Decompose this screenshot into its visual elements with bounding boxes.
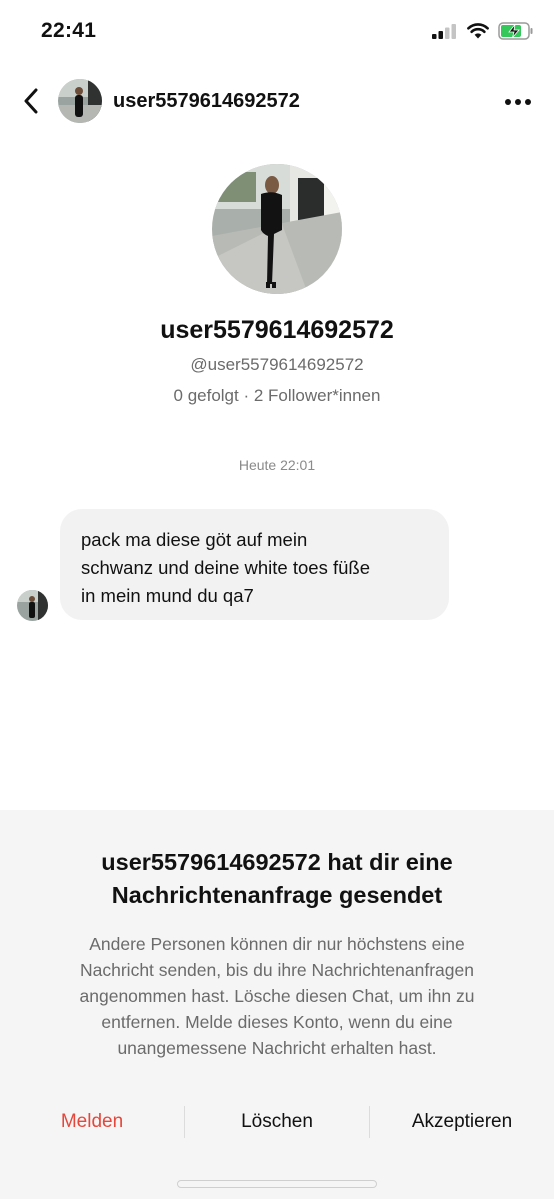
request-description-line: Nachricht senden, bis du ihre Nachrichte… <box>80 960 474 980</box>
request-description: Andere Personen können dir nur höchstens… <box>30 931 524 1061</box>
message-request-panel: user5579614692572 hat dir eine Nachricht… <box>0 810 554 1199</box>
request-description-line: Andere Personen können dir nur höchstens… <box>89 934 465 954</box>
accept-button[interactable]: Akzeptieren <box>370 1102 554 1142</box>
request-title-line: user5579614692572 hat dir eine <box>101 849 453 875</box>
request-title-line: Nachrichtenanfrage gesendet <box>111 882 443 908</box>
report-button[interactable]: Melden <box>0 1102 184 1142</box>
delete-button[interactable]: Löschen <box>185 1102 369 1142</box>
request-title: user5579614692572 hat dir eine Nachricht… <box>30 846 524 912</box>
profile-avatar[interactable] <box>212 164 342 294</box>
profile-display-name: user5579614692572 <box>160 316 394 344</box>
request-description-line: entfernen. Melde dieses Konto, wenn du e… <box>101 1012 453 1032</box>
back-button[interactable] <box>14 84 48 118</box>
chevron-left-icon <box>24 88 38 114</box>
header-username[interactable]: user5579614692572 <box>113 90 300 113</box>
request-description-line: angenommen hast. Lösche diesen Chat, um … <box>79 986 475 1006</box>
status-bar: 22:41 <box>0 0 554 64</box>
message-text-line: pack ma diese göt auf mein <box>81 529 308 550</box>
profile-stats: 0 gefolgt · 2 Follower*innen <box>173 386 381 405</box>
profile-handle: @user5579614692572 <box>190 355 364 374</box>
header-avatar[interactable] <box>58 79 102 123</box>
request-actions: Melden Löschen Akzeptieren <box>0 1102 554 1142</box>
home-indicator[interactable] <box>177 1180 377 1188</box>
wifi-icon <box>467 23 489 39</box>
request-description-line: unangemessene Nachricht erhalten hast. <box>117 1038 437 1058</box>
status-time: 22:41 <box>41 19 97 42</box>
message-bubble[interactable]: pack ma diese göt auf mein schwanz und d… <box>60 509 449 620</box>
status-icons <box>432 22 534 40</box>
message-text-line: in mein mund du qa7 <box>81 585 254 606</box>
cellular-signal-icon <box>432 24 456 39</box>
message-text-line: schwanz und deine white toes füße <box>81 557 370 578</box>
chat-header: user5579614692572 <box>0 70 554 134</box>
profile-card: user5579614692572 @user5579614692572 0 g… <box>0 164 554 406</box>
battery-charging-icon <box>498 22 533 40</box>
more-horizontal-icon <box>505 99 531 105</box>
message-timestamp: Heute 22:01 <box>238 457 316 473</box>
more-options-button[interactable] <box>502 88 534 116</box>
sender-avatar[interactable] <box>17 590 48 621</box>
